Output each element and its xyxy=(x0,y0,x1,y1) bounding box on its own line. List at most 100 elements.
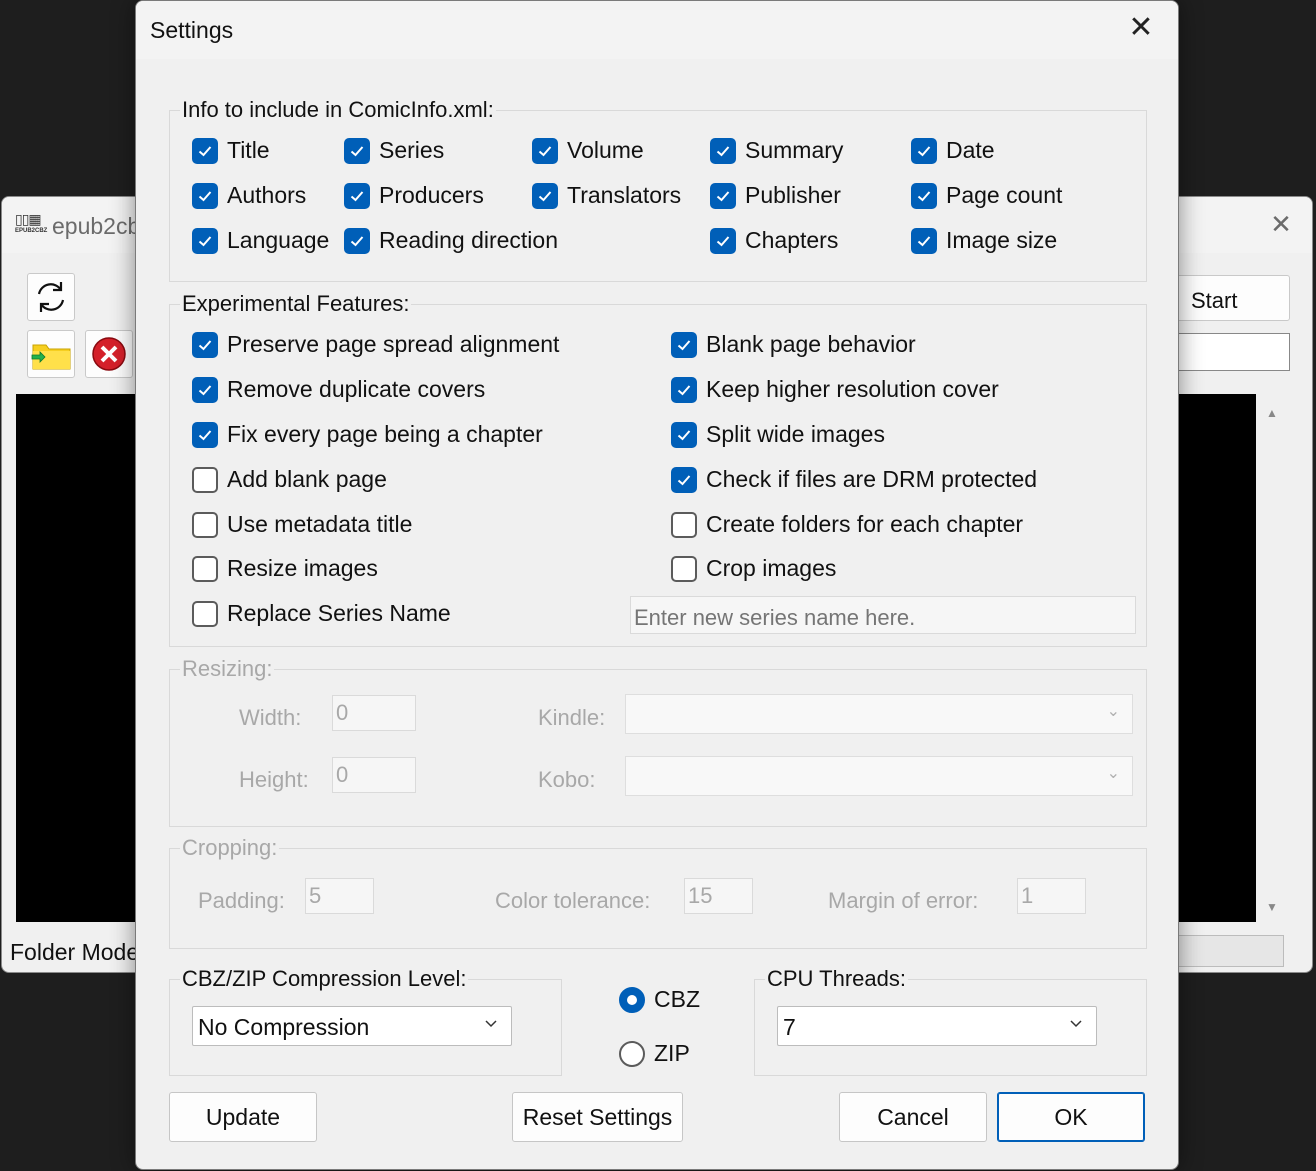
checkbox-box[interactable] xyxy=(192,376,218,403)
checkbox-fix-chapters[interactable]: Fix every page being a chapter xyxy=(192,421,543,448)
checkmark-icon xyxy=(538,190,552,201)
checkbox-box[interactable] xyxy=(671,331,697,358)
close-icon[interactable]: ✕ xyxy=(1124,11,1158,45)
checkbox-box[interactable] xyxy=(192,555,218,582)
checkbox-box[interactable] xyxy=(192,466,218,493)
radio-zip[interactable]: ZIP xyxy=(619,1040,690,1067)
margin-of-error-input[interactable]: 1 xyxy=(1017,878,1086,914)
checkbox-date[interactable]: Date xyxy=(911,137,995,164)
checkbox-box[interactable] xyxy=(192,421,218,448)
cancel-button[interactable]: Cancel xyxy=(839,1092,987,1142)
checkbox-summary[interactable]: Summary xyxy=(710,137,843,164)
checkbox-box[interactable] xyxy=(344,182,370,209)
checkbox-crop-images[interactable]: Crop images xyxy=(671,555,836,582)
kindle-label: Kindle: xyxy=(538,705,606,730)
checkbox-title[interactable]: Title xyxy=(192,137,270,164)
checkbox-image-size[interactable]: Image size xyxy=(911,227,1057,254)
refresh-button[interactable] xyxy=(27,273,75,321)
log-scrollbar[interactable]: ▲ ▼ xyxy=(1256,394,1288,922)
kindle-select[interactable]: ⌄ xyxy=(625,694,1133,734)
kobo-select[interactable]: ⌄ xyxy=(625,756,1133,796)
checkbox-box[interactable] xyxy=(344,137,370,164)
checkmark-icon xyxy=(716,190,730,201)
checkbox-box[interactable] xyxy=(192,182,218,209)
checkbox-producers[interactable]: Producers xyxy=(344,182,484,209)
stop-button[interactable] xyxy=(85,330,133,378)
checkbox-preserve-spread[interactable]: Preserve page spread alignment xyxy=(192,331,559,358)
settings-dialog: Settings ✕ Info to include in ComicInfo.… xyxy=(135,0,1179,1170)
checkbox-use-metadata-title[interactable]: Use metadata title xyxy=(192,511,412,538)
checkbox-publisher[interactable]: Publisher xyxy=(710,182,841,209)
height-input[interactable]: 0 xyxy=(332,757,416,793)
series-name-input[interactable] xyxy=(630,596,1136,634)
checkbox-box[interactable] xyxy=(710,227,736,254)
checkbox-keep-higher-res-cover[interactable]: Keep higher resolution cover xyxy=(671,376,999,403)
checkbox-box[interactable] xyxy=(911,182,937,209)
main-window-close-icon[interactable]: ✕ xyxy=(1266,209,1296,239)
width-input[interactable]: 0 xyxy=(332,695,416,731)
checkbox-chapter-folders[interactable]: Create folders for each chapter xyxy=(671,511,1023,538)
update-button[interactable]: Update xyxy=(169,1092,317,1142)
output-path-input[interactable] xyxy=(1172,333,1290,371)
checkbox-box[interactable] xyxy=(532,182,558,209)
checkbox-box[interactable] xyxy=(192,227,218,254)
checkmark-icon xyxy=(917,190,931,201)
open-folder-button[interactable] xyxy=(27,330,75,378)
checkbox-blank-page-behavior[interactable]: Blank page behavior xyxy=(671,331,916,358)
checkbox-box[interactable] xyxy=(192,137,218,164)
checkbox-box[interactable] xyxy=(671,555,697,582)
checkbox-replace-series-name[interactable]: Replace Series Name xyxy=(192,600,451,627)
checkbox-chapters[interactable]: Chapters xyxy=(710,227,838,254)
checkbox-reading-direction[interactable]: Reading direction xyxy=(344,227,558,254)
color-tolerance-label: Color tolerance: xyxy=(495,888,651,913)
checkbox-series[interactable]: Series xyxy=(344,137,444,164)
checkbox-box[interactable] xyxy=(192,600,218,627)
checkbox-box[interactable] xyxy=(344,227,370,254)
checkbox-box[interactable] xyxy=(192,511,218,538)
checkbox-translators[interactable]: Translators xyxy=(532,182,681,209)
chevron-down-icon: ⌄ xyxy=(1106,703,1120,720)
checkbox-page-count[interactable]: Page count xyxy=(911,182,1062,209)
padding-input[interactable]: 5 xyxy=(305,878,374,914)
checkbox-split-wide-images[interactable]: Split wide images xyxy=(671,421,885,448)
width-label: Width: xyxy=(239,705,302,730)
checkbox-box[interactable] xyxy=(192,331,218,358)
checkbox-add-blank-page[interactable]: Add blank page xyxy=(192,466,387,493)
checkbox-resize-images[interactable]: Resize images xyxy=(192,555,378,582)
scroll-down-icon[interactable]: ▼ xyxy=(1266,900,1278,914)
checkbox-box[interactable] xyxy=(710,182,736,209)
radio-cbz[interactable]: CBZ xyxy=(619,986,700,1013)
radio-circle[interactable] xyxy=(619,986,645,1013)
scroll-up-icon[interactable]: ▲ xyxy=(1266,406,1278,420)
cpu-threads-value: 7 xyxy=(783,1014,796,1040)
checkmark-icon xyxy=(198,235,212,246)
ok-button[interactable]: OK xyxy=(997,1092,1145,1142)
cpu-threads-select[interactable]: 7 xyxy=(777,1006,1097,1046)
checkbox-box[interactable] xyxy=(671,376,697,403)
reset-settings-button[interactable]: Reset Settings xyxy=(512,1092,683,1142)
checkmark-icon xyxy=(198,339,212,350)
radio-circle[interactable] xyxy=(619,1040,645,1067)
checkbox-box[interactable] xyxy=(911,137,937,164)
checkbox-box[interactable] xyxy=(532,137,558,164)
checkmark-icon xyxy=(917,145,931,156)
error-stop-icon xyxy=(92,337,126,371)
checkbox-authors[interactable]: Authors xyxy=(192,182,306,209)
checkbox-volume[interactable]: Volume xyxy=(532,137,644,164)
checkbox-box[interactable] xyxy=(710,137,736,164)
checkbox-box[interactable] xyxy=(671,421,697,448)
start-button[interactable]: Start xyxy=(1172,275,1290,321)
checkbox-box[interactable] xyxy=(671,466,697,493)
checkbox-drm-check[interactable]: Check if files are DRM protected xyxy=(671,466,1037,493)
checkmark-icon xyxy=(677,339,691,350)
compression-select[interactable]: No Compression xyxy=(192,1006,512,1046)
checkbox-language[interactable]: Language xyxy=(192,227,329,254)
color-tolerance-input[interactable]: 15 xyxy=(684,878,753,914)
checkmark-icon xyxy=(716,235,730,246)
checkbox-remove-duplicate-covers[interactable]: Remove duplicate covers xyxy=(192,376,485,403)
settings-titlebar: Settings ✕ xyxy=(136,1,1178,59)
kobo-label: Kobo: xyxy=(538,767,596,792)
checkbox-box[interactable] xyxy=(671,511,697,538)
chevron-down-icon: ⌄ xyxy=(1106,765,1120,782)
checkbox-box[interactable] xyxy=(911,227,937,254)
